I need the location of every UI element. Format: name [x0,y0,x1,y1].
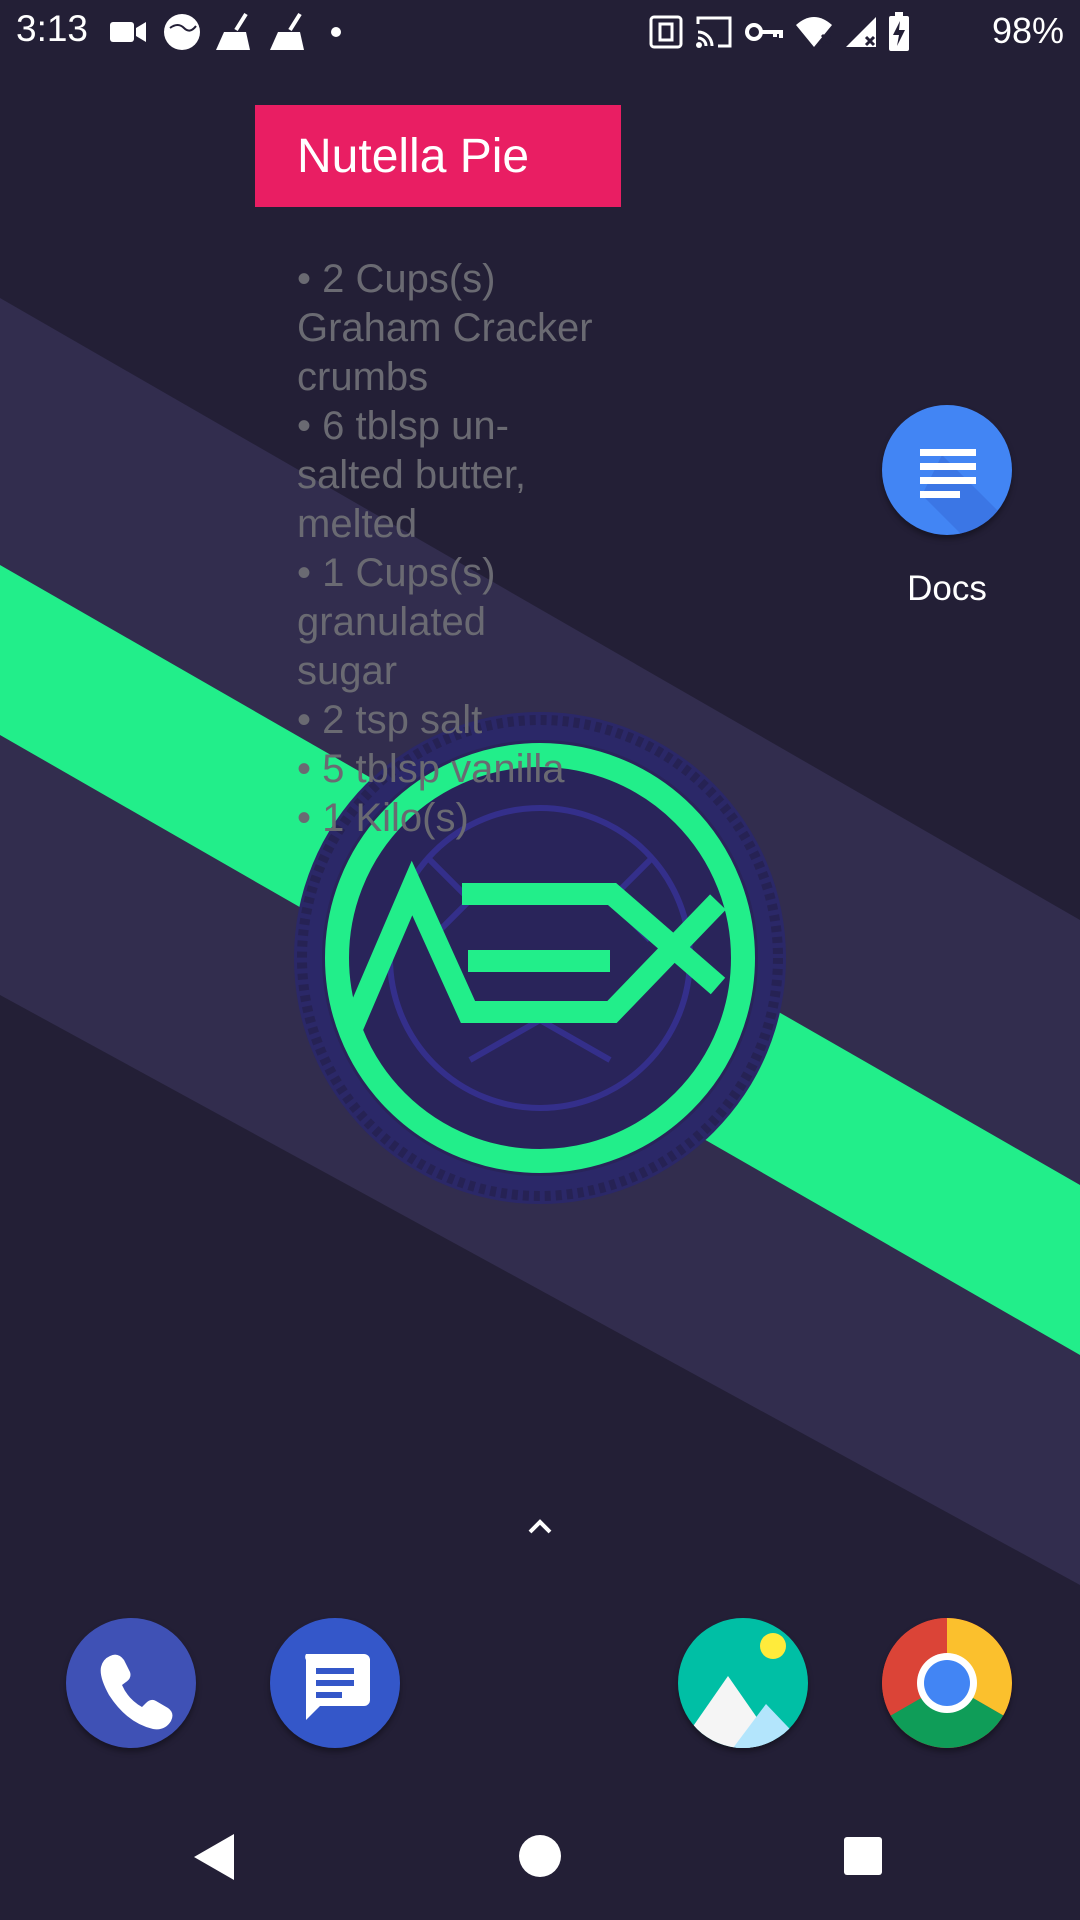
video-camera-icon [110,22,146,42]
navigation-bar [0,1800,1080,1920]
list-item: • 2 Cups(s) Graham Cracker crumbs [297,257,593,399]
messages-icon[interactable] [270,1618,400,1748]
home-icon[interactable] [518,1834,562,1878]
recipe-widget[interactable]: Nutella Pie [255,105,621,207]
status-clock: 3:13 [16,8,89,49]
recents-icon[interactable] [843,1836,883,1876]
list-item: • 1 Cups(s) granulated sugar [297,551,496,693]
notification-icons [108,12,348,52]
phone-icon[interactable] [66,1618,196,1748]
system-icons [648,12,910,52]
broom-icon [216,12,250,50]
broom-icon [270,12,304,50]
cast-icon [696,16,732,48]
widget-header[interactable]: Nutella Pie [255,105,621,207]
battery-charging-icon [889,12,909,51]
notification-dot-icon [331,27,341,37]
cell-signal-icon [846,17,876,47]
list-item: • 6 tblsp un-salted butter, melted [297,404,527,546]
wifi-icon [796,17,832,47]
world-icon [164,14,200,50]
nfc-icon [649,15,683,49]
list-item: • 2 tsp salt [297,698,483,742]
battery-percent: 98% [991,10,1064,51]
app-docs[interactable]: Docs [882,405,1012,609]
docs-icon [882,405,1012,535]
ingredient-list[interactable]: • 2 Cups(s) Graham Cracker crumbs • 6 tb… [297,255,597,863]
chrome-icon[interactable] [882,1618,1012,1748]
app-label: Docs [907,569,987,608]
gallery-icon[interactable] [678,1618,808,1748]
vpn-key-icon [745,23,783,41]
status-bar: 3:13 98% [0,0,1080,64]
list-item: • 1 Kilo(s) [297,796,469,840]
back-icon[interactable] [190,1832,238,1882]
chevron-up-icon[interactable] [522,1508,558,1544]
list-item: • 5 tblsp vanilla [297,747,565,791]
widget-title: Nutella Pie [297,129,530,183]
